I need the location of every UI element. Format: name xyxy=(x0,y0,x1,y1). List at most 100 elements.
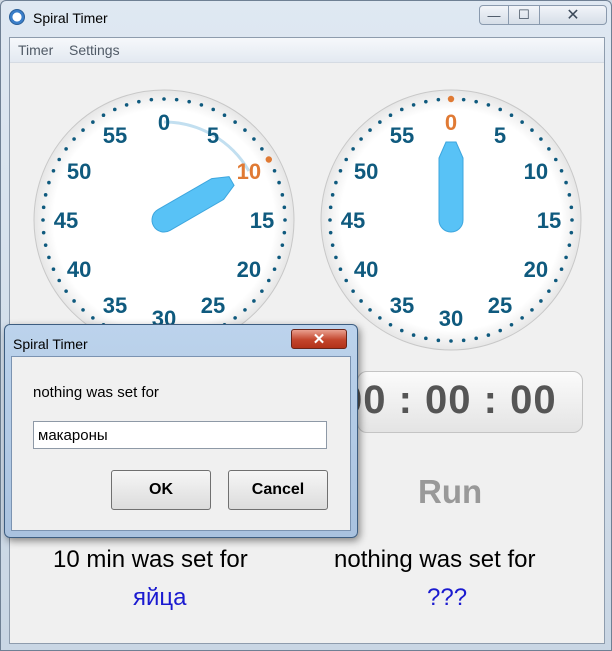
right-dial-tick xyxy=(330,243,335,247)
right-dial-tick xyxy=(449,339,453,343)
right-dial-tick xyxy=(486,333,491,337)
right-dial-tick xyxy=(388,322,393,327)
left-dial-tick xyxy=(149,97,154,102)
run-button[interactable]: Run xyxy=(418,473,482,511)
spiral-timer-icon xyxy=(9,9,25,25)
left-dial-tick xyxy=(199,103,204,107)
left-dial-tick xyxy=(91,316,95,320)
right-dial-number: 5 xyxy=(494,123,506,148)
dialog-title: Spiral Timer xyxy=(13,336,88,352)
left-dial-tick xyxy=(101,113,106,118)
title-bar[interactable]: Spiral Timer — ☐ ✕ xyxy=(1,1,611,35)
left-timer-name[interactable]: яйца xyxy=(133,584,187,612)
left-dial-tick xyxy=(57,278,62,283)
right-timer-name[interactable]: ??? xyxy=(427,584,467,612)
left-dial-tick xyxy=(47,180,51,185)
dialog-body: nothing was set for OK Cancel xyxy=(11,356,351,531)
right-dial-number: 25 xyxy=(488,293,512,318)
right-dial-tick xyxy=(539,299,543,303)
right-dial-tick xyxy=(359,137,363,141)
right-dial-number: 20 xyxy=(524,257,548,282)
right-dial-tick xyxy=(399,328,404,333)
left-dial-tick xyxy=(233,316,237,320)
right-dial-tick xyxy=(334,255,338,260)
left-dial-tick xyxy=(81,128,85,132)
right-dial-tick xyxy=(424,99,428,104)
right-dial-tick xyxy=(509,322,514,327)
right-dial-tick xyxy=(334,180,338,185)
left-dial-tick xyxy=(282,205,287,210)
right-dial-tick xyxy=(399,107,404,112)
left-dial-tick xyxy=(57,157,62,162)
right-dial-tick xyxy=(567,193,572,197)
left-dial-tick xyxy=(277,255,281,260)
maximize-button[interactable]: ☐ xyxy=(508,5,540,25)
menu-bar: Timer Settings xyxy=(10,38,604,63)
right-dial-tick xyxy=(547,147,551,151)
right-dial-number: 0 xyxy=(445,110,457,135)
timer-name-input[interactable] xyxy=(33,421,327,449)
right-dial-tick xyxy=(547,289,551,293)
right-dial-tick xyxy=(520,316,524,320)
cancel-button[interactable]: Cancel xyxy=(228,470,328,510)
left-dial-tick xyxy=(260,147,264,151)
left-dial-tick xyxy=(260,289,264,293)
left-dial-tick xyxy=(51,267,56,272)
right-dial-tick xyxy=(330,193,335,197)
right-dial-hand xyxy=(438,141,464,233)
right-dial-tick xyxy=(570,218,574,222)
right-dial-tick xyxy=(530,128,534,132)
ok-button[interactable]: OK xyxy=(111,470,211,510)
left-dial-tick xyxy=(187,99,191,104)
left-dial-number: 25 xyxy=(201,293,225,318)
left-dial-number: 15 xyxy=(250,208,274,233)
right-dial-tick xyxy=(447,95,455,103)
right-dial-tick xyxy=(328,205,333,210)
right-dial-tick xyxy=(520,120,524,124)
right-dial-tick xyxy=(559,168,564,173)
left-dial-number: 55 xyxy=(103,123,127,148)
left-dial-tick xyxy=(64,289,68,293)
left-dial-number: 0 xyxy=(158,110,170,135)
right-dial-tick xyxy=(567,243,572,247)
left-timer-dial[interactable]: 0510152025303540455055 xyxy=(32,88,296,352)
left-dial-tick xyxy=(64,147,68,151)
left-dial-tick xyxy=(112,107,117,112)
dialog-prompt: nothing was set for xyxy=(33,384,159,401)
minimize-button[interactable]: — xyxy=(479,5,509,25)
right-dial-tick xyxy=(344,157,349,162)
right-dial-tick xyxy=(461,338,466,343)
menu-settings[interactable]: Settings xyxy=(69,42,120,58)
left-dial-tick xyxy=(162,97,166,101)
left-dial-tick xyxy=(43,193,48,197)
menu-timer[interactable]: Timer xyxy=(18,42,53,58)
right-dial-tick xyxy=(569,230,574,235)
right-dial-tick xyxy=(539,137,543,141)
left-dial-tick xyxy=(81,308,85,312)
right-dial-tick xyxy=(509,113,514,118)
right-dial-tick xyxy=(328,230,333,235)
right-timer-dial[interactable]: 0 5 10 15 20 25 30 35 40 45 50 55 xyxy=(319,88,583,352)
left-dial-tick xyxy=(252,299,256,303)
left-dial-tick xyxy=(252,137,256,141)
close-button[interactable]: ✕ xyxy=(539,5,607,25)
left-dial-tick xyxy=(211,107,216,112)
right-dial-tick xyxy=(436,338,441,343)
left-dial-tick xyxy=(243,308,247,312)
left-dial-tick xyxy=(282,230,287,235)
input-dialog: Spiral Timer ✕ nothing was set for OK Ca… xyxy=(4,324,358,538)
right-dial-number: 15 xyxy=(537,208,561,233)
dialog-close-icon[interactable]: ✕ xyxy=(291,329,347,349)
left-dial-tick xyxy=(47,255,51,260)
right-dial-number: 10 xyxy=(524,159,548,184)
left-dial-number: 10 xyxy=(237,159,261,184)
right-dial-tick xyxy=(411,103,416,107)
left-dial-tick xyxy=(272,267,277,272)
right-dial-tick xyxy=(359,299,363,303)
right-dial-tick xyxy=(498,328,503,333)
right-dial-tick xyxy=(378,120,382,124)
right-dial-tick xyxy=(351,147,355,151)
right-dial-tick xyxy=(436,97,441,102)
left-dial-tick xyxy=(277,180,281,185)
right-dial-number: 55 xyxy=(390,123,414,148)
